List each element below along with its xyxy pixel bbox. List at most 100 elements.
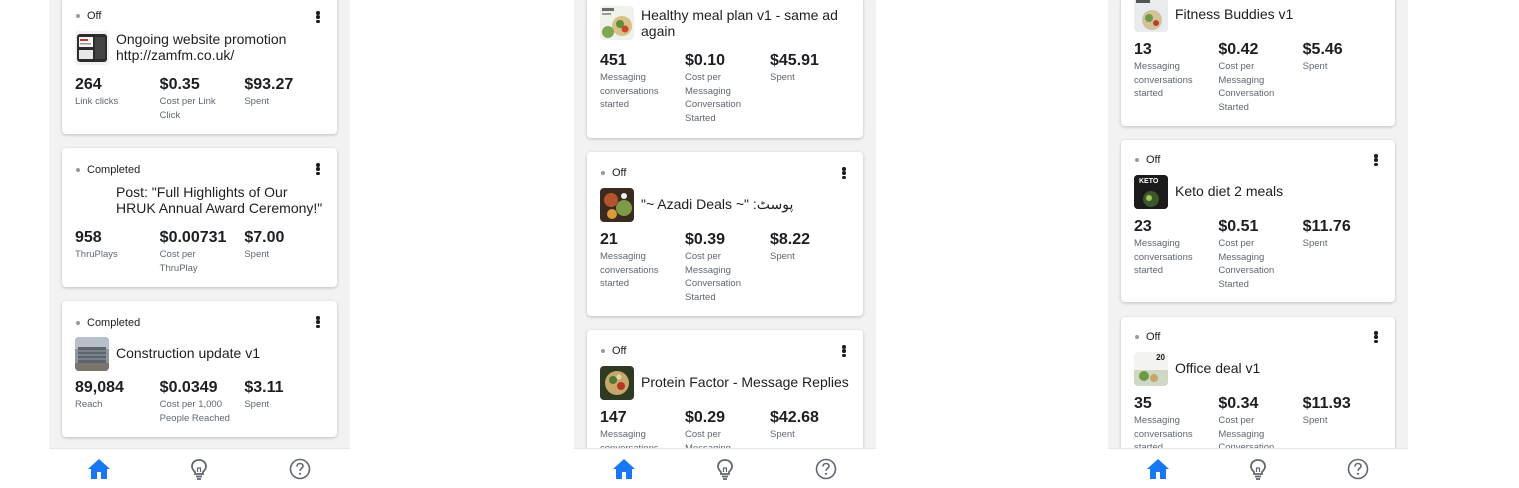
- metric-value: $42.68: [770, 409, 819, 426]
- metrics-row: 13 Messaging conversations started $0.42 C…: [1134, 41, 1387, 114]
- protein-factor-thumbnail-icon: [600, 366, 634, 400]
- metric-results: 13 Messaging conversations started: [1134, 41, 1218, 114]
- more-options-button[interactable]: [1369, 329, 1383, 345]
- metric-cost: $0.35 Cost per Link Click: [160, 76, 245, 122]
- metric-results: 147 Messaging conversations started: [600, 409, 685, 448]
- ad-title: Post: "Full Highlights of Our HRUK Annua…: [116, 184, 323, 216]
- ads-list-screen-3: Fitness Buddies v1 13 Messaging conversat…: [1108, 0, 1408, 488]
- metric-cost: $0.51 Cost per Messaging Conversation Sta…: [1218, 218, 1302, 291]
- metric-value: 89,084: [75, 379, 124, 396]
- metric-cost: $0.29 Cost per Messaging Conversation Sta…: [685, 409, 770, 448]
- metric-spent: $3.11 Spent: [244, 379, 329, 425]
- nav-help-button[interactable]: [1338, 451, 1378, 487]
- metrics-row: 89,084 Reach $0.0349 Cost per 1,000 People…: [75, 379, 329, 425]
- more-options-button[interactable]: [311, 9, 325, 25]
- metric-results: 23 Messaging conversations started: [1134, 218, 1218, 291]
- bottom-nav-bar: [574, 448, 876, 488]
- nav-help-button[interactable]: [280, 451, 320, 487]
- ad-card[interactable]: Off KETO Keto diet 2 meals 23 Messaging c…: [1121, 140, 1395, 302]
- metric-label: Messaging conversations started: [600, 251, 659, 289]
- ad-title: Office deal v1: [1175, 360, 1261, 376]
- metric-value: $0.29: [685, 409, 726, 426]
- ad-title: Healthy meal plan v1 - same ad again: [641, 7, 838, 39]
- metric-value: 23: [1134, 218, 1152, 235]
- more-options-button[interactable]: [837, 165, 851, 181]
- ad-card[interactable]: Completed Construction update v1 89,084 R…: [62, 301, 337, 437]
- website-thumbnail-icon: [75, 31, 109, 65]
- metric-value: $11.93: [1302, 395, 1351, 412]
- ads-list-screen-2: Healthy meal plan v1 - same ad again 451…: [574, 0, 876, 488]
- ad-card[interactable]: Off Ongoing website promotion http://zam…: [62, 0, 337, 134]
- metric-label: Spent: [244, 249, 270, 260]
- metric-value: 264: [75, 76, 102, 93]
- metric-label: Spent: [1302, 61, 1328, 72]
- metrics-row: 21 Messaging conversations started $0.39 C…: [600, 231, 855, 304]
- ad-card[interactable]: Fitness Buddies v1 13 Messaging conversat…: [1121, 0, 1395, 126]
- home-icon: [613, 458, 636, 479]
- nav-home-button[interactable]: [1138, 451, 1178, 487]
- ad-card-list: Healthy meal plan v1 - same ad again 451…: [574, 0, 876, 448]
- metric-label: Link clicks: [75, 96, 119, 107]
- metric-value: $3.11: [244, 379, 284, 396]
- nav-help-button[interactable]: [806, 451, 846, 487]
- metric-value: $0.39: [685, 231, 726, 248]
- metric-value: $8.22: [770, 231, 811, 248]
- metric-value: $0.42: [1218, 41, 1259, 58]
- meal-plan-thumbnail-icon: [600, 6, 634, 40]
- ad-card[interactable]: Off 20 Office deal v1 35 Messaging conver…: [1121, 317, 1395, 448]
- metric-value: 958: [75, 229, 102, 246]
- ad-card[interactable]: Off "~ Azadi Deals ~" :پوسٹ 21 Messaging …: [587, 152, 863, 316]
- metric-label: Spent: [1302, 238, 1328, 249]
- nav-insights-button[interactable]: [179, 451, 219, 487]
- status-dot-icon: [1135, 335, 1139, 339]
- ad-title: Protein Factor - Message Replies: [641, 374, 849, 390]
- metric-results: 264 Link clicks: [75, 76, 160, 122]
- delivery-status: Off: [601, 345, 626, 357]
- nav-home-button[interactable]: [604, 451, 644, 487]
- ad-card[interactable]: Healthy meal plan v1 - same ad again 451…: [587, 0, 863, 138]
- status-dot-icon: [601, 171, 605, 175]
- metric-label: Messaging conversations started: [600, 72, 659, 110]
- more-options-button[interactable]: [1369, 152, 1383, 168]
- more-options-button[interactable]: [311, 161, 325, 177]
- metric-spent: $5.46 Spent: [1303, 41, 1387, 114]
- construction-thumbnail-icon: [75, 337, 109, 371]
- office-deal-thumbnail-icon: 20: [1134, 352, 1168, 386]
- office-thumb-text: 20: [1156, 353, 1165, 362]
- metric-value: 21: [600, 231, 618, 248]
- metric-value: $11.76: [1302, 218, 1351, 235]
- help-icon: [289, 458, 311, 479]
- metric-value: $45.91: [770, 52, 819, 69]
- ad-card[interactable]: Completed Post: "Full Highlights of Our …: [62, 148, 337, 287]
- ad-title: "~ Azadi Deals ~" :پوسٹ: [641, 196, 794, 212]
- nav-insights-button[interactable]: [1238, 451, 1278, 487]
- delivery-status: Completed: [76, 317, 140, 329]
- metric-value: 35: [1134, 395, 1152, 412]
- help-icon: [815, 458, 836, 479]
- ad-card[interactable]: Off Protein Factor - Message Replies 147…: [587, 330, 863, 448]
- metric-label: Cost per Link Click: [159, 96, 216, 121]
- metrics-row: 35 Messaging conversations started $0.34 C…: [1134, 395, 1387, 448]
- metric-spent: $45.91 Spent: [770, 52, 855, 125]
- metric-results: 451 Messaging conversations started: [600, 52, 685, 125]
- status-dot-icon: [1135, 158, 1139, 162]
- nav-insights-button[interactable]: [705, 451, 745, 487]
- metric-label: Spent: [770, 72, 795, 83]
- metric-results: 89,084 Reach: [75, 379, 160, 425]
- metric-spent: $8.22 Spent: [770, 231, 855, 304]
- metric-value: 147: [600, 409, 627, 426]
- nav-home-button[interactable]: [79, 451, 119, 487]
- more-options-button[interactable]: [311, 314, 325, 330]
- metric-cost: $0.34 Cost per Messaging Conversation Sta…: [1218, 395, 1302, 448]
- metric-label: Cost per Messaging Conversation Started: [685, 251, 741, 303]
- metric-label: Cost per Messaging Conversation Started: [685, 72, 741, 124]
- metric-value: $0.10: [685, 52, 726, 69]
- metric-value: $0.51: [1218, 218, 1259, 235]
- metric-label: Spent: [1302, 415, 1328, 426]
- metric-results: 35 Messaging conversations started: [1134, 395, 1218, 448]
- metric-label: Messaging conversations started: [600, 429, 659, 448]
- metric-spent: $7.00 Spent: [244, 229, 329, 275]
- more-options-button[interactable]: [837, 343, 851, 359]
- metric-label: Cost per Messaging Conversation Started: [1218, 238, 1275, 290]
- status-dot-icon: [76, 321, 80, 325]
